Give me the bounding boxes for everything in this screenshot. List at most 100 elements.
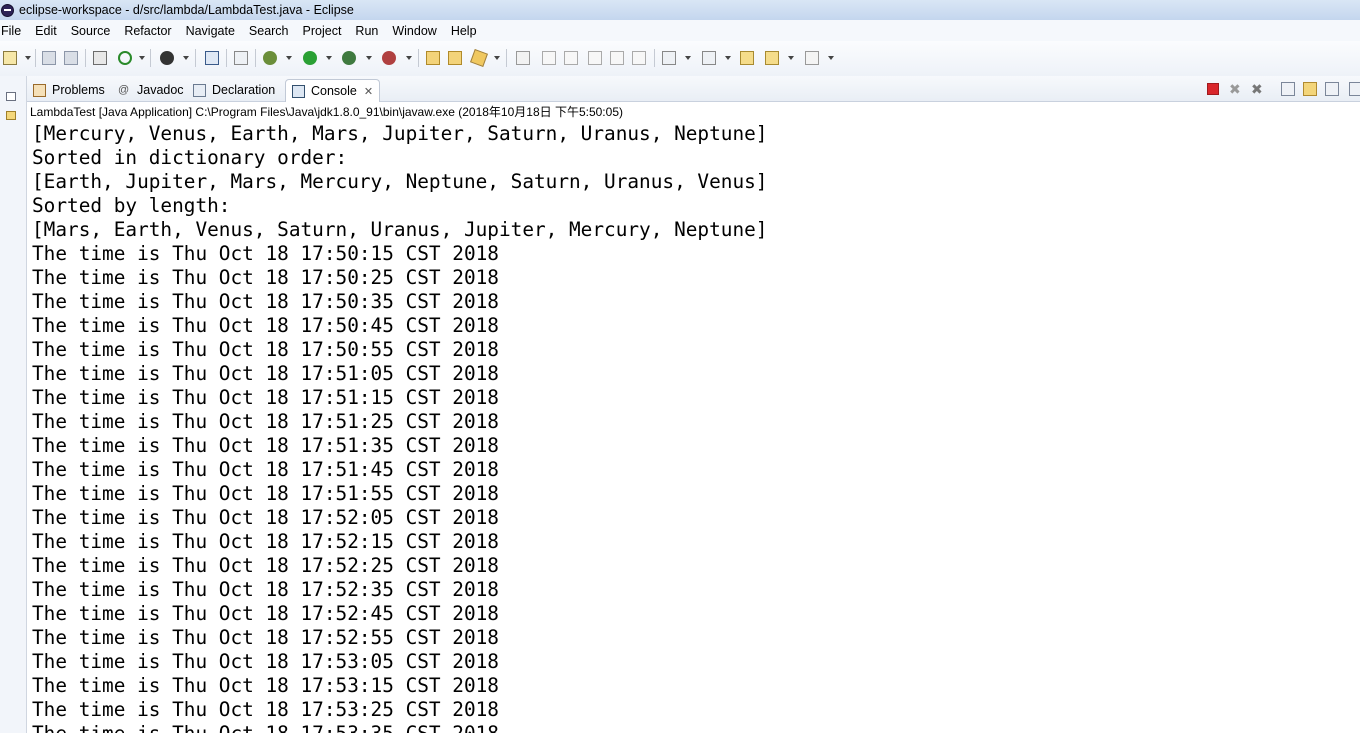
console-line: The time is Thu Oct 18 17:53:25 CST 2018 — [32, 698, 499, 721]
console-line: The time is Thu Oct 18 17:51:25 CST 2018 — [32, 410, 499, 433]
console-line: The time is Thu Oct 18 17:51:55 CST 2018 — [32, 482, 499, 505]
annotation-icon[interactable] — [542, 51, 556, 65]
toolbar-separator — [35, 49, 36, 67]
main-toolbar — [0, 41, 1360, 77]
console-line: The time is Thu Oct 18 17:52:45 CST 2018 — [32, 602, 499, 625]
pilcrow-icon[interactable] — [632, 51, 646, 65]
new-icon[interactable] — [3, 51, 17, 65]
menu-source[interactable]: Source — [64, 24, 118, 38]
refresh-dropdown-icon[interactable] — [139, 56, 145, 60]
console-output[interactable]: [Mercury, Venus, Earth, Mars, Jupiter, S… — [27, 122, 1360, 733]
menu-navigate[interactable]: Navigate — [179, 24, 242, 38]
toolbar-separator — [150, 49, 151, 67]
toolbar-separator — [226, 49, 227, 67]
next-annotation-icon[interactable] — [662, 51, 676, 65]
terminate-icon[interactable] — [1207, 83, 1219, 95]
coverage-icon[interactable] — [342, 51, 356, 65]
search-icon[interactable] — [470, 49, 488, 67]
console-line: The time is Thu Oct 18 17:52:05 CST 2018 — [32, 506, 499, 529]
search-dropdown-icon[interactable] — [494, 56, 500, 60]
toggle-mark-icon[interactable] — [516, 51, 530, 65]
external-tools-dropdown-icon[interactable] — [406, 56, 412, 60]
console-line: The time is Thu Oct 18 17:53:35 CST 2018 — [27, 722, 1360, 733]
save-all-icon[interactable] — [64, 51, 78, 65]
console-line: The time is Thu Oct 18 17:52:25 CST 2018 — [32, 554, 499, 577]
skip-breakpoints-icon[interactable] — [234, 51, 248, 65]
run-dropdown-icon[interactable] — [326, 56, 332, 60]
external-tools-icon[interactable] — [382, 51, 396, 65]
menu-edit[interactable]: Edit — [28, 24, 64, 38]
scroll-lock-icon[interactable] — [1303, 82, 1317, 96]
remove-all-terminated-icon[interactable]: ✖ — [1251, 82, 1265, 96]
previous-annotation-dropdown-icon[interactable] — [725, 56, 731, 60]
new-dropdown-icon[interactable] — [25, 56, 31, 60]
open-type-icon[interactable] — [426, 51, 440, 65]
console-line: [Mars, Earth, Venus, Saturn, Uranus, Jup… — [32, 218, 768, 241]
console-line: The time is Thu Oct 18 17:50:15 CST 2018 — [32, 242, 499, 265]
console-line: Sorted by length: — [32, 194, 231, 217]
forward-dropdown-icon[interactable] — [828, 56, 834, 60]
remove-launch-icon[interactable]: ✖ — [1229, 82, 1243, 96]
problems-icon — [33, 83, 46, 97]
toolbar-separator — [506, 49, 507, 67]
close-icon[interactable]: ✕ — [364, 85, 373, 98]
tab-declaration-label: Declaration — [212, 83, 276, 97]
clear-console-icon[interactable] — [1281, 82, 1295, 96]
pin-console-icon[interactable] — [1349, 82, 1360, 96]
open-folder-icon[interactable] — [448, 51, 462, 65]
previous-annotation-icon[interactable] — [702, 51, 716, 65]
tab-javadoc-label: Javadoc — [137, 83, 184, 97]
debug-dropdown-icon[interactable] — [286, 56, 292, 60]
view-tab-bar: Problems @ Javadoc Declaration Console ✕… — [27, 76, 1360, 102]
tab-javadoc[interactable]: @ Javadoc — [112, 79, 190, 101]
menu-help[interactable]: Help — [444, 24, 484, 38]
tab-console[interactable]: Console ✕ — [285, 79, 381, 102]
menu-project[interactable]: Project — [296, 24, 349, 38]
user-icon[interactable] — [160, 51, 174, 65]
next-annotation-dropdown-icon[interactable] — [685, 56, 691, 60]
print-icon[interactable] — [93, 51, 107, 65]
console-line: [Earth, Jupiter, Mars, Mercury, Neptune,… — [32, 170, 768, 193]
show-whitespace-icon[interactable] — [610, 51, 624, 65]
back-icon[interactable] — [765, 51, 779, 65]
refresh-icon[interactable] — [118, 51, 132, 65]
block-selection-icon[interactable] — [588, 51, 602, 65]
save-icon[interactable] — [42, 51, 56, 65]
terminal-icon[interactable] — [205, 51, 219, 65]
user-dropdown-icon[interactable] — [183, 56, 189, 60]
console-line: The time is Thu Oct 18 17:50:55 CST 2018 — [32, 338, 499, 361]
console-line: [Mercury, Venus, Earth, Mars, Jupiter, S… — [32, 122, 768, 145]
title-bar: eclipse-workspace - d/src/lambda/LambdaT… — [0, 0, 1360, 20]
console-launch-info: LambdaTest [Java Application] C:\Program… — [27, 102, 1360, 120]
tab-problems-label: Problems — [52, 83, 105, 97]
launch-info-text: LambdaTest [Java Application] C:\Program… — [30, 104, 623, 119]
tab-console-label: Console — [311, 84, 357, 98]
eclipse-logo-icon — [1, 3, 14, 17]
console-line: The time is Thu Oct 18 17:51:35 CST 2018 — [32, 434, 499, 457]
console-line: The time is Thu Oct 18 17:51:15 CST 2018 — [32, 386, 499, 409]
coverage-dropdown-icon[interactable] — [366, 56, 372, 60]
menu-window[interactable]: Window — [385, 24, 443, 38]
console-line: The time is Thu Oct 18 17:50:45 CST 2018 — [32, 314, 499, 337]
toolbar-separator — [654, 49, 655, 67]
menu-search[interactable]: Search — [242, 24, 296, 38]
console-line: The time is Thu Oct 18 17:52:15 CST 2018 — [32, 530, 499, 553]
tab-problems[interactable]: Problems — [27, 79, 111, 101]
console-line: The time is Thu Oct 18 17:50:25 CST 2018 — [32, 266, 499, 289]
tab-declaration[interactable]: Declaration — [187, 79, 281, 101]
menu-run[interactable]: Run — [348, 24, 385, 38]
debug-icon[interactable] — [263, 51, 277, 65]
forward-icon[interactable] — [805, 51, 819, 65]
restore-icon[interactable] — [6, 92, 16, 101]
last-edit-location-icon[interactable] — [740, 51, 754, 65]
word-wrap-icon[interactable] — [1325, 82, 1339, 96]
run-icon[interactable] — [303, 51, 317, 65]
back-dropdown-icon[interactable] — [788, 56, 794, 60]
window-title: eclipse-workspace - d/src/lambda/LambdaT… — [19, 3, 354, 17]
declaration-icon — [193, 83, 206, 97]
menu-refactor[interactable]: Refactor — [117, 24, 178, 38]
menu-file[interactable]: File — [0, 24, 28, 38]
package-explorer-icon[interactable] — [6, 111, 16, 120]
edit-icon[interactable] — [564, 51, 578, 65]
toolbar-separator — [85, 49, 86, 67]
